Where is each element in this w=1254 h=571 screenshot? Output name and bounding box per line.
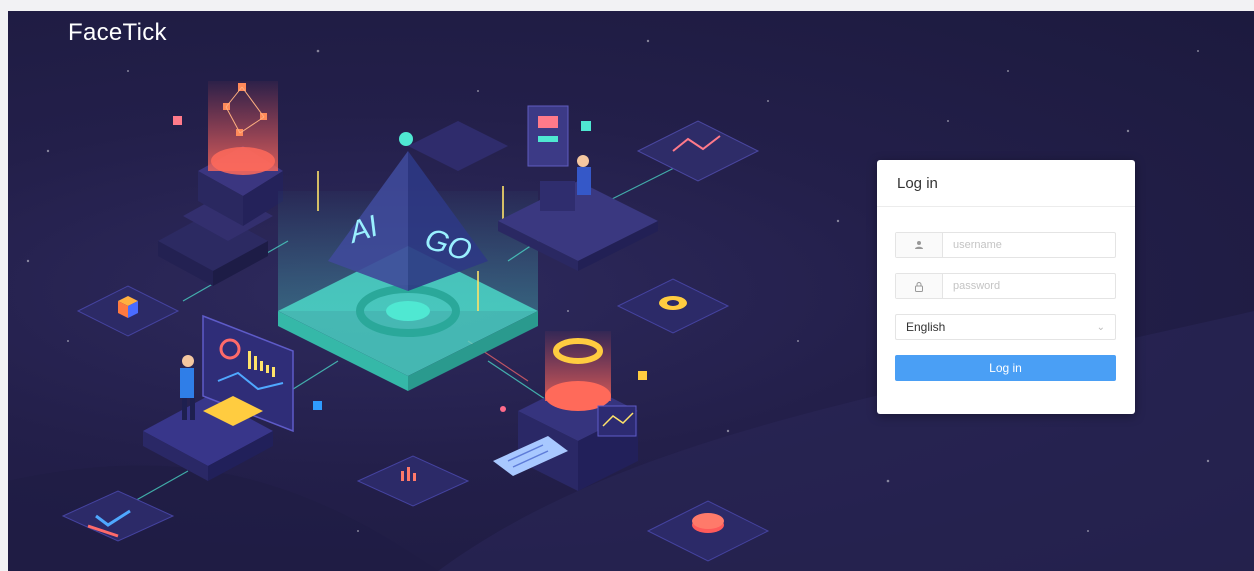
bar-tile-bottom — [356, 455, 470, 507]
left-tower — [158, 81, 283, 286]
language-value: English — [906, 320, 946, 334]
user-icon — [896, 233, 943, 257]
password-input[interactable] — [943, 274, 1115, 298]
username-input[interactable] — [943, 233, 1115, 257]
brand-logo: FaceTick — [68, 19, 167, 46]
login-page-background: AI GO FaceTick Log in username English ⌄… — [8, 11, 1254, 571]
password-field[interactable] — [895, 273, 1116, 299]
login-button[interactable]: Log in — [895, 355, 1116, 381]
lock-icon — [896, 274, 943, 298]
ring-station — [493, 331, 647, 491]
login-card: Log in English ⌄ Log in — [877, 160, 1135, 414]
disc-tile — [616, 278, 730, 334]
language-select[interactable]: English ⌄ — [895, 314, 1116, 340]
center-pyramid: AI GO — [278, 121, 538, 391]
username-field[interactable] — [895, 232, 1116, 258]
analyst-station — [143, 314, 322, 481]
chevron-down-icon: ⌄ — [1096, 321, 1105, 333]
login-title: Log in — [877, 160, 1135, 207]
cube-tile-left — [76, 285, 180, 337]
chart-tile-right — [636, 120, 760, 182]
